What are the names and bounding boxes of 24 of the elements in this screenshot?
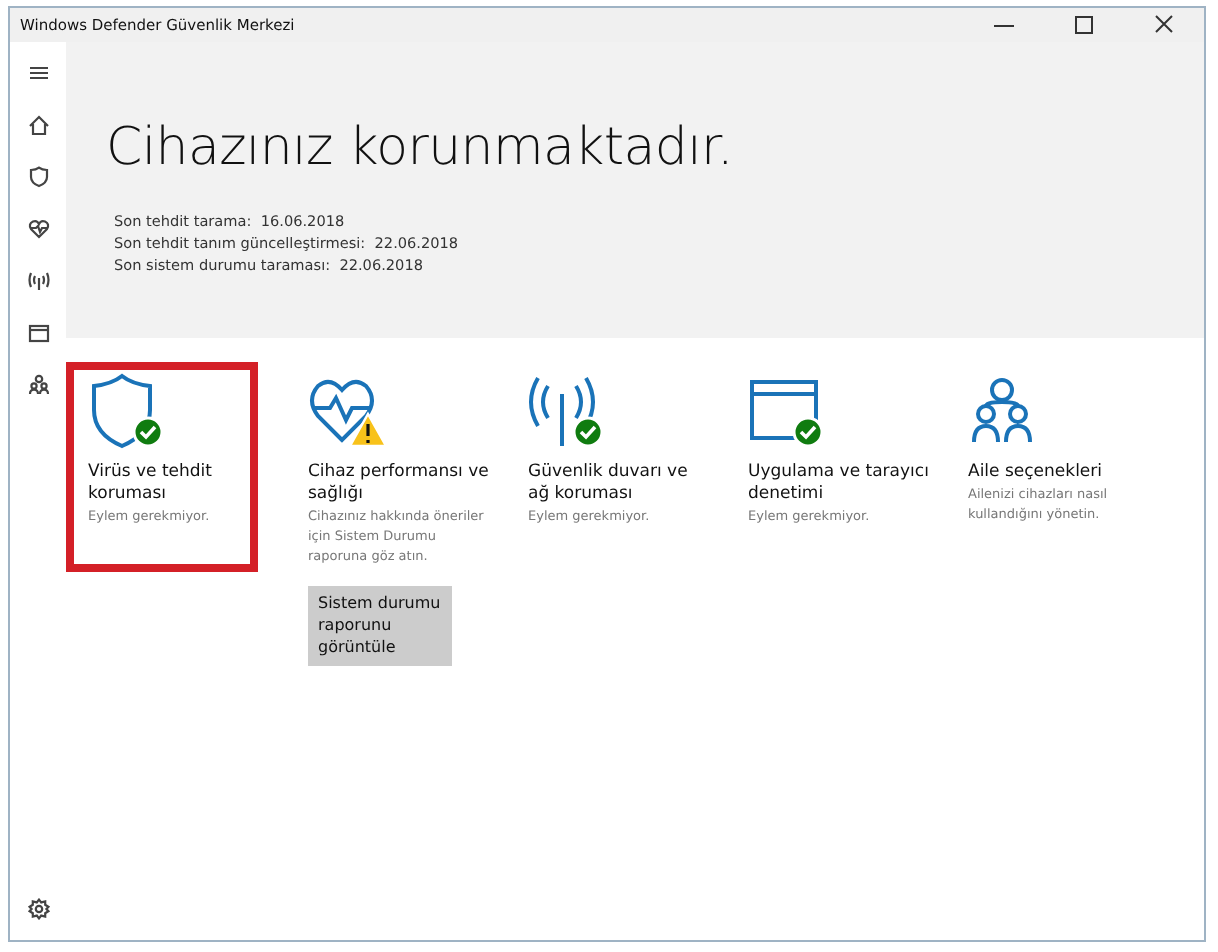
- browser-window-icon[interactable]: [27, 322, 49, 344]
- antenna-icon[interactable]: [27, 270, 49, 292]
- antenna-icon: [529, 376, 595, 448]
- check-badge-icon: [792, 416, 824, 448]
- home-icon[interactable]: [27, 114, 49, 136]
- check-badge-icon: [572, 416, 604, 448]
- tile-title[interactable]: Uygulama ve tarayıcı denetimi: [748, 462, 930, 506]
- tile-title[interactable]: Aile seçenekleri: [968, 462, 1150, 484]
- heart-pulse-icon[interactable]: [27, 218, 49, 240]
- family-icon[interactable]: [27, 374, 49, 396]
- tile-title[interactable]: Cihaz performansı ve sağlığı: [308, 462, 490, 506]
- status-heading: Cihazınız korunmaktadır.: [106, 118, 735, 178]
- shield-icon[interactable]: [27, 166, 49, 188]
- shield-icon: [92, 374, 152, 448]
- settings-icon[interactable]: [27, 898, 49, 920]
- check-badge-icon: [132, 416, 164, 448]
- tile-title[interactable]: Virüs ve tehdit koruması: [88, 462, 270, 506]
- report-button[interactable]: Sistem durumu raporunu görüntüle: [308, 586, 452, 666]
- heart-pulse-icon: [310, 379, 374, 442]
- warning-icon: [347, 411, 388, 448]
- menu-icon[interactable]: [27, 62, 49, 84]
- tile-title[interactable]: Güvenlik duvarı ve ağ koruması: [528, 462, 710, 506]
- family-icon: [972, 378, 1032, 444]
- browser-window-icon: [750, 380, 818, 440]
